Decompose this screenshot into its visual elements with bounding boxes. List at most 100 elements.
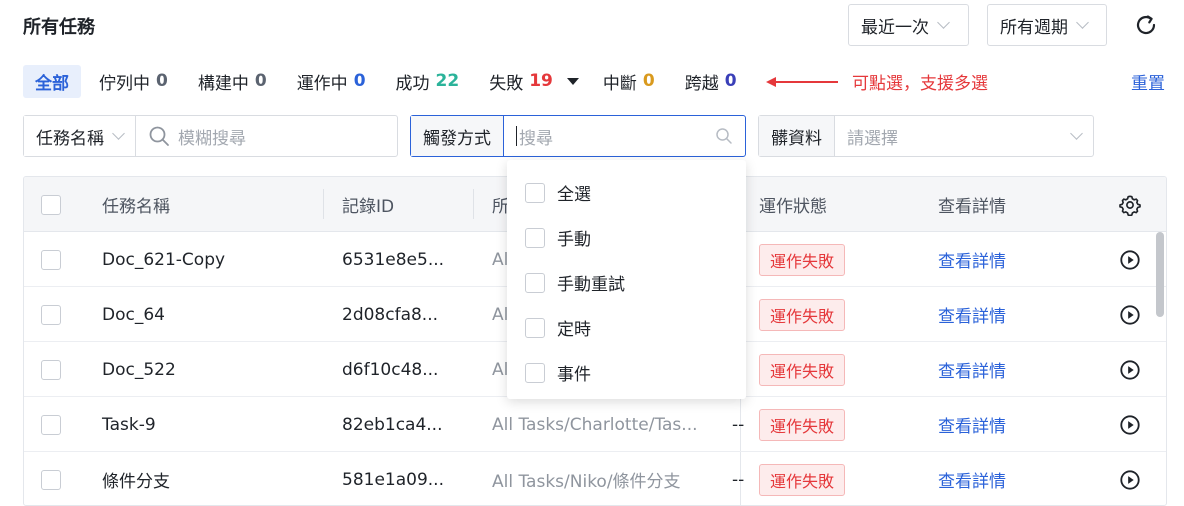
row-checkbox-cell[interactable] [41, 232, 61, 287]
vertical-scrollbar[interactable] [1156, 232, 1164, 317]
status-badge: 運作失敗 [759, 353, 846, 386]
resource-select[interactable]: 請選擇 [835, 116, 1093, 156]
checkbox[interactable] [525, 362, 545, 383]
reset-link[interactable]: 重置 [1131, 69, 1165, 94]
checkbox[interactable] [41, 469, 61, 490]
task-path: All Tasks/Charlotte/Tas... [492, 414, 698, 435]
tab-label: 構建中 [197, 73, 249, 94]
extra-value: -- [732, 414, 745, 435]
resource-select-placeholder: 請選擇 [847, 128, 898, 149]
period-select[interactable]: 所有週期 [987, 4, 1107, 46]
status-cell: 運作失敗 [759, 232, 846, 287]
option-event[interactable]: 事件 [507, 350, 746, 395]
option-manual[interactable]: 手動 [507, 215, 746, 260]
row-checkbox-cell[interactable] [41, 287, 61, 342]
option-select-all[interactable]: 全選 [507, 170, 746, 215]
tab-failed[interactable]: 失敗 19 [489, 69, 589, 94]
checkbox[interactable] [41, 414, 61, 435]
refresh-icon[interactable] [1134, 13, 1158, 37]
tab-success[interactable]: 成功 22 [396, 69, 460, 94]
status-cell: 運作失敗 [759, 452, 846, 505]
task-name: Doc_522 [102, 359, 176, 380]
chevron-down-icon [112, 127, 125, 140]
trigger-label: 觸發方式 [411, 116, 504, 156]
table-row[interactable]: Task-9 82eb1ca4... All Tasks/Charlotte/Tas… [24, 397, 1166, 452]
task-name-filter: 任務名稱 模糊搜尋 [23, 115, 398, 157]
play-circle-icon[interactable] [1119, 359, 1141, 381]
status-badge: 運作失敗 [759, 298, 846, 331]
recent-run-select[interactable]: 最近一次 [848, 4, 969, 46]
run-action[interactable] [1119, 452, 1141, 505]
text-cursor [516, 126, 517, 146]
option-label: 手動重試 [557, 275, 625, 295]
option-scheduled[interactable]: 定時 [507, 305, 746, 350]
tab-building[interactable]: 構建中 0 [198, 69, 267, 94]
row-checkbox-cell[interactable] [41, 342, 61, 397]
gear-icon[interactable] [1119, 194, 1141, 216]
play-circle-icon[interactable] [1119, 249, 1141, 271]
header-details: 查看詳情 [938, 197, 1006, 217]
annotation-text: 可點選，支援多選 [852, 74, 988, 94]
run-action[interactable] [1119, 342, 1141, 397]
checkbox[interactable] [41, 194, 61, 215]
play-circle-icon[interactable] [1119, 469, 1141, 491]
column-settings[interactable] [1119, 177, 1141, 232]
record-id: 82eb1ca4... [342, 414, 443, 435]
checkbox[interactable] [41, 359, 61, 380]
status-cell: 運作失敗 [759, 287, 846, 342]
fuzzy-search-input[interactable]: 模糊搜尋 [136, 116, 397, 156]
record-id: d6f10c48... [342, 359, 439, 380]
tab-all[interactable]: 全部 [23, 64, 81, 98]
select-all-checkbox[interactable] [41, 177, 61, 232]
checkbox[interactable] [525, 182, 545, 203]
task-name: Task-9 [102, 414, 156, 435]
status-cell: 運作失敗 [759, 397, 846, 452]
tab-skipped[interactable]: 跨越 0 [685, 69, 737, 94]
view-details-link[interactable]: 查看詳情 [938, 397, 1006, 452]
trigger-dropdown: 全選 手動 手動重試 定時 事件 [507, 160, 746, 399]
search-icon [716, 128, 732, 144]
row-checkbox-cell[interactable] [41, 452, 61, 505]
caret-down-icon[interactable] [566, 77, 579, 85]
column-divider [323, 189, 324, 219]
view-details-link[interactable]: 查看詳情 [938, 232, 1006, 287]
run-action[interactable] [1119, 232, 1141, 287]
task-name: Doc_621-Copy [102, 249, 226, 270]
period-select-value: 所有週期 [1000, 17, 1068, 38]
row-checkbox-cell[interactable] [41, 397, 61, 452]
chevron-down-icon [937, 16, 950, 29]
task-name-select[interactable]: 任務名稱 [24, 116, 136, 156]
checkbox[interactable] [41, 304, 61, 325]
tab-label: 成功 [395, 73, 430, 94]
chevron-down-icon [1070, 127, 1083, 140]
table-row[interactable]: 條件分支 581e1a09... All Tasks/Niko/條件分支 -- 運作失敗… [24, 452, 1166, 505]
run-action[interactable] [1119, 397, 1141, 452]
task-name: Doc_64 [102, 304, 165, 325]
record-id: 2d08cfa8... [342, 304, 439, 325]
tab-running[interactable]: 運作中 0 [297, 69, 366, 94]
play-circle-icon[interactable] [1119, 414, 1141, 436]
checkbox[interactable] [525, 227, 545, 248]
checkbox[interactable] [525, 317, 545, 338]
play-circle-icon[interactable] [1119, 304, 1141, 326]
view-details-link[interactable]: 查看詳情 [938, 287, 1006, 342]
header-task-name: 任務名稱 [102, 197, 170, 217]
trigger-search-input[interactable]: 搜尋 [504, 116, 745, 156]
view-details-link[interactable]: 查看詳情 [938, 342, 1006, 397]
status-badge: 運作失敗 [759, 463, 846, 496]
page-title: 所有任務 [23, 17, 95, 38]
checkbox[interactable] [525, 272, 545, 293]
tab-count: 0 [156, 71, 168, 91]
tab-label: 運作中 [296, 73, 348, 94]
view-details-link[interactable]: 查看詳情 [938, 452, 1006, 505]
resource-label: 髒資料 [759, 116, 835, 156]
run-action[interactable] [1119, 287, 1141, 342]
checkbox[interactable] [41, 249, 61, 270]
column-divider [473, 189, 474, 219]
option-manual-retry[interactable]: 手動重試 [507, 260, 746, 305]
tab-label: 失敗 [489, 73, 524, 94]
tab-interrupted[interactable]: 中斷 0 [603, 69, 655, 94]
tab-queued[interactable]: 佇列中 0 [99, 69, 168, 94]
option-label: 事件 [557, 365, 591, 385]
extra-value: -- [732, 469, 745, 490]
